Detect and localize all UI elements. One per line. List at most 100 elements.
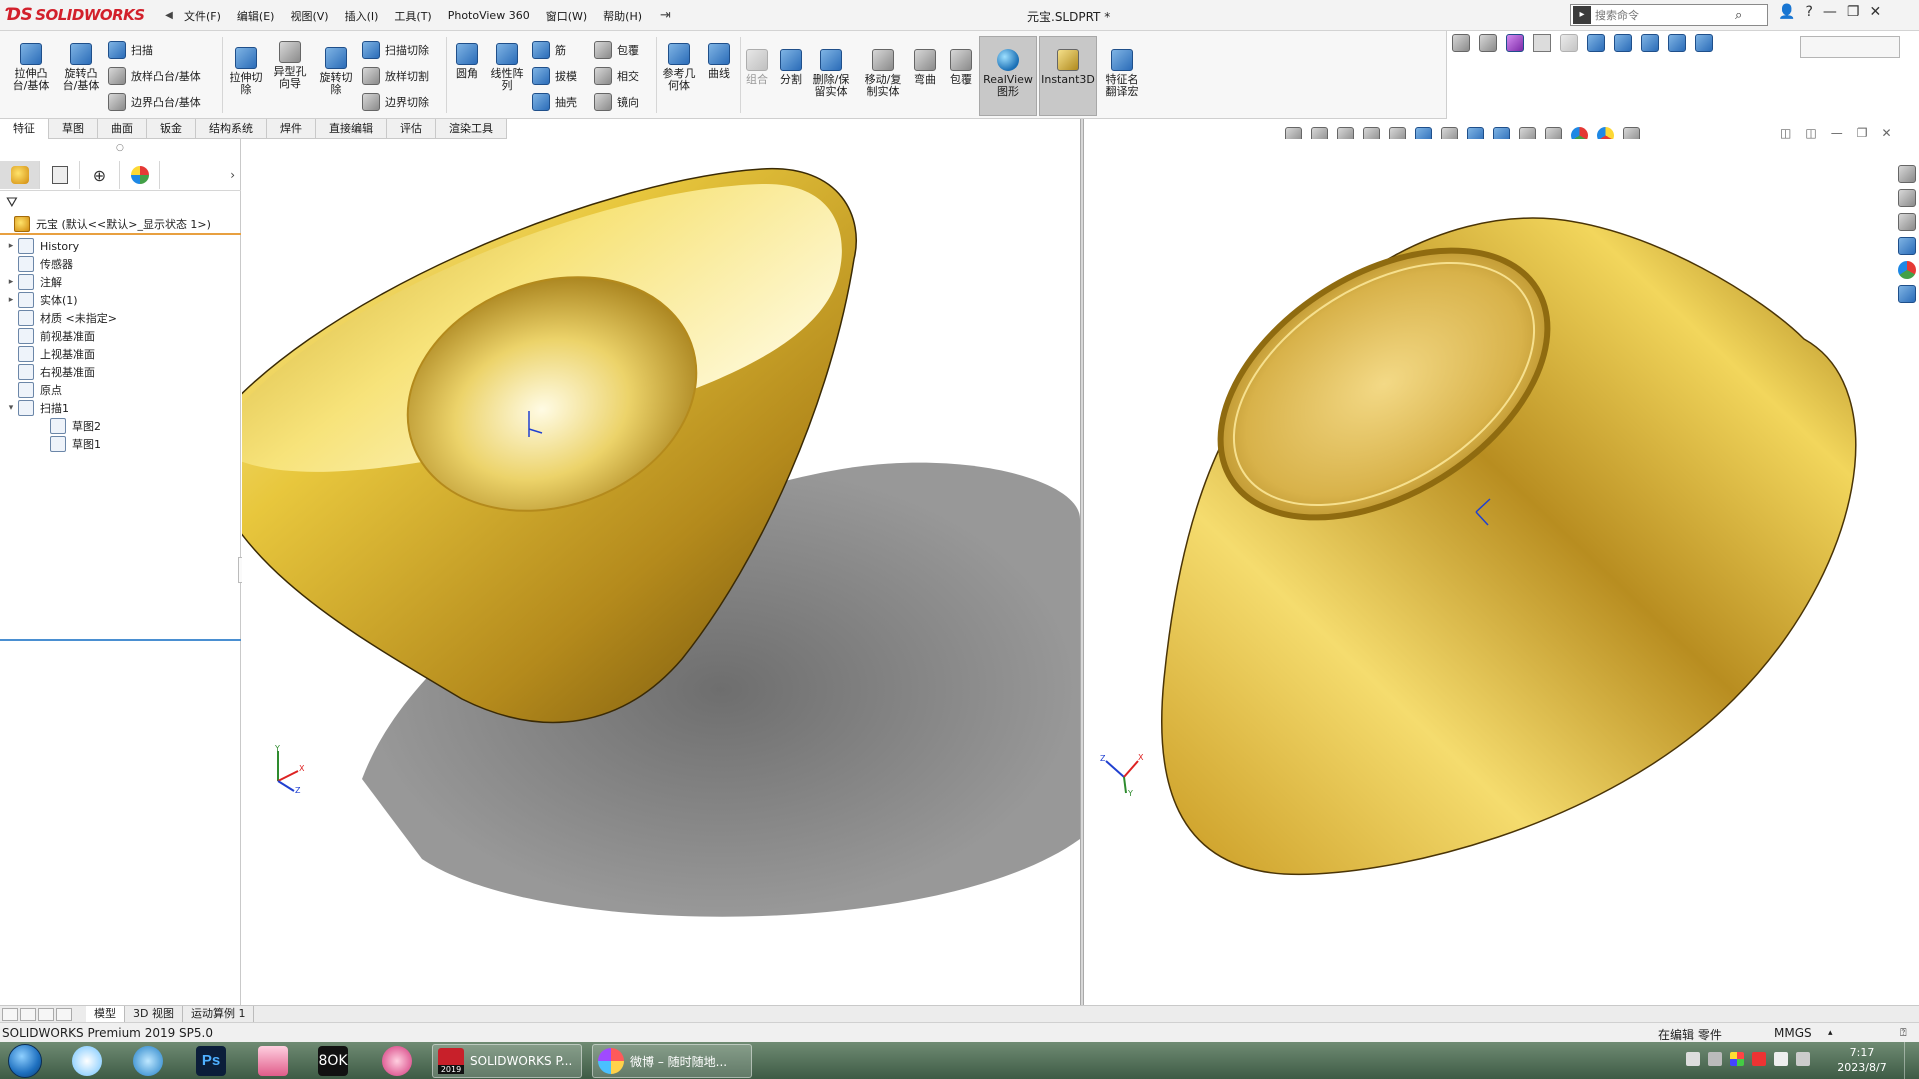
tab-last-icon[interactable] [56, 1007, 72, 1021]
shell-button[interactable]: 抽壳 [532, 93, 577, 111]
status-help-icon[interactable]: ⍰ [1900, 1026, 1907, 1040]
sweep-button[interactable]: 扫描 [108, 41, 153, 59]
config-combo[interactable] [1800, 36, 1900, 58]
rib-button[interactable]: 筋 [532, 41, 566, 59]
restore-icon[interactable]: ❐ [1847, 4, 1860, 20]
ok-app-icon[interactable]: 8OK [318, 1046, 348, 1076]
sweep-cut-button[interactable]: 扫描切除 [362, 41, 429, 59]
screenshot-tool-icon[interactable] [382, 1046, 412, 1076]
extrude-cut-button[interactable]: 拉伸切 除 [226, 47, 266, 96]
tab-property-manager[interactable] [40, 161, 80, 189]
tree-expand-toggle-icon[interactable]: ▾ [4, 403, 18, 413]
command-search-icon[interactable]: ▸ [1573, 6, 1591, 24]
tab-3d-view[interactable]: 3D 视图 [125, 1005, 183, 1023]
menu-collapse-icon[interactable]: ◀ [162, 10, 176, 21]
file-explorer-icon[interactable] [1897, 213, 1916, 231]
tree-item-annotations[interactable]: ▸ 注解 [4, 272, 62, 292]
magnifier-icon[interactable]: ⌕ [1735, 8, 1742, 23]
linear-pattern-button[interactable]: 线性阵 列 [488, 43, 526, 92]
tree-item-front-plane[interactable]: 前视基准面 [4, 326, 95, 346]
tree-item-solid-bodies[interactable]: ▸ 实体(1) [4, 290, 78, 310]
design-library-icon[interactable] [1897, 189, 1916, 207]
draft-button[interactable]: 拔模 [532, 67, 577, 85]
viewport-close-icon[interactable]: ✕ [1881, 126, 1891, 140]
viewport-tile-left-icon[interactable]: ◫ [1780, 126, 1791, 140]
menu-edit[interactable]: 编辑(E) [229, 8, 283, 24]
tab-render-tools[interactable]: 渲染工具 [436, 119, 507, 139]
axis-icon[interactable] [1614, 34, 1632, 52]
help-icon[interactable]: ? [1805, 4, 1812, 20]
menu-photoview[interactable]: PhotoView 360 [440, 9, 538, 22]
tab-next-icon[interactable] [38, 1007, 54, 1021]
gold-ingot-top-view[interactable] [242, 139, 1080, 1005]
unit-system-arrow-icon[interactable]: ▴ [1828, 1028, 1833, 1038]
panel-grip-icon[interactable]: ○ [116, 143, 124, 153]
mirror-button[interactable]: 镜向 [594, 93, 639, 111]
filter-faces-icon[interactable] [1479, 34, 1497, 52]
tree-item-right-plane[interactable]: 右视基准面 [4, 362, 95, 382]
delete-keep-body-button[interactable]: 删除/保 留实体 [808, 49, 854, 98]
tab-prev-icon[interactable] [20, 1007, 36, 1021]
search-commands[interactable]: ▸ ⌕ [1570, 4, 1768, 26]
tree-root[interactable]: 元宝 (默认<<默认>_显示状态 1>) [0, 215, 241, 235]
appearances-icon[interactable] [1897, 261, 1916, 279]
plane-icon[interactable] [1641, 34, 1659, 52]
tree-expand-toggle-icon[interactable]: ▸ [4, 277, 18, 287]
tree-item-sketch1[interactable]: 草图1 [36, 434, 101, 454]
flex-button[interactable]: 弯曲 [910, 49, 940, 86]
point-icon[interactable] [1587, 34, 1605, 52]
revolve-boss-button[interactable]: 旋转凸 台/基体 [60, 43, 102, 92]
extrude-boss-button[interactable]: 拉伸凸 台/基体 [10, 43, 52, 92]
view-palette-icon[interactable] [1897, 237, 1916, 255]
tree-item-sketch2[interactable]: 草图2 [36, 416, 101, 436]
baidu-netdisk-icon[interactable] [72, 1046, 102, 1076]
wrap2-button[interactable]: 包覆 [946, 49, 976, 86]
tree-expand-toggle-icon[interactable]: ▸ [4, 241, 18, 251]
move-copy-body-button[interactable]: 移动/复 制实体 [860, 49, 906, 98]
tree-item-top-plane[interactable]: 上视基准面 [4, 344, 95, 364]
solidworks-logo[interactable]: ƊS SOLIDWORKS [6, 3, 156, 27]
photoshop-icon[interactable]: Ps [196, 1046, 226, 1076]
instant3d-button[interactable]: Instant3D [1041, 49, 1095, 86]
user-icon[interactable]: 👤 [1778, 4, 1795, 20]
tree-filter-icon[interactable]: ⛛ [6, 195, 18, 211]
split-button[interactable]: 分割 [776, 49, 806, 86]
tray-expand-icon[interactable] [1708, 1052, 1722, 1066]
viewport-tile-right-icon[interactable]: ◫ [1805, 126, 1816, 140]
tree-expand-toggle-icon[interactable]: ▸ [4, 295, 18, 305]
mate-reference-icon[interactable] [1695, 34, 1713, 52]
search-input[interactable] [1595, 8, 1735, 22]
menu-view[interactable]: 视图(V) [282, 8, 336, 24]
feature-name-translate-button[interactable]: 特征名 翻译宏 [1100, 49, 1144, 98]
viewport-minimize-icon[interactable]: — [1831, 126, 1843, 140]
filter-icon[interactable] [1452, 34, 1470, 52]
menu-window[interactable]: 窗口(W) [538, 8, 595, 24]
tab-sheet-metal[interactable]: 钣金 [147, 119, 196, 139]
media-player-icon[interactable] [258, 1046, 288, 1076]
menu-insert[interactable]: 插入(I) [337, 8, 387, 24]
tab-structure-system[interactable]: 结构系统 [196, 119, 267, 139]
tree-item-history[interactable]: ▸ History [4, 236, 79, 256]
reference-geometry-button[interactable]: 参考几 何体 [660, 43, 698, 92]
tab-configuration-manager[interactable]: ⊕ [80, 161, 120, 189]
network-icon[interactable] [1796, 1052, 1810, 1066]
filter-toggle-icon[interactable] [1506, 34, 1524, 52]
viewport-restore-icon[interactable]: ❐ [1857, 126, 1868, 140]
rollback-bar[interactable] [0, 639, 241, 641]
menu-help[interactable]: 帮助(H) [595, 8, 650, 24]
wrap-button[interactable]: 包覆 [594, 41, 639, 59]
tree-item-origin[interactable]: 原点 [4, 380, 62, 400]
tree-item-material[interactable]: 材质 <未指定> [4, 308, 117, 328]
boundary-boss-button[interactable]: 边界凸台/基体 [108, 93, 201, 111]
viewport-left[interactable]: Y X Z [242, 139, 1080, 1005]
volume-icon[interactable] [1774, 1052, 1788, 1066]
browser-icon[interactable] [133, 1046, 163, 1076]
start-button-icon[interactable] [8, 1044, 42, 1078]
unit-system[interactable]: MMGS [1774, 1026, 1812, 1040]
tab-sketch[interactable]: 草图 [49, 119, 98, 139]
hole-wizard-button[interactable]: 异型孔 向导 [270, 41, 310, 90]
keyboard-icon[interactable] [1686, 1052, 1700, 1066]
tab-first-icon[interactable] [2, 1007, 18, 1021]
minimize-icon[interactable]: — [1823, 4, 1837, 20]
tree-item-sensors[interactable]: 传感器 [4, 254, 73, 274]
